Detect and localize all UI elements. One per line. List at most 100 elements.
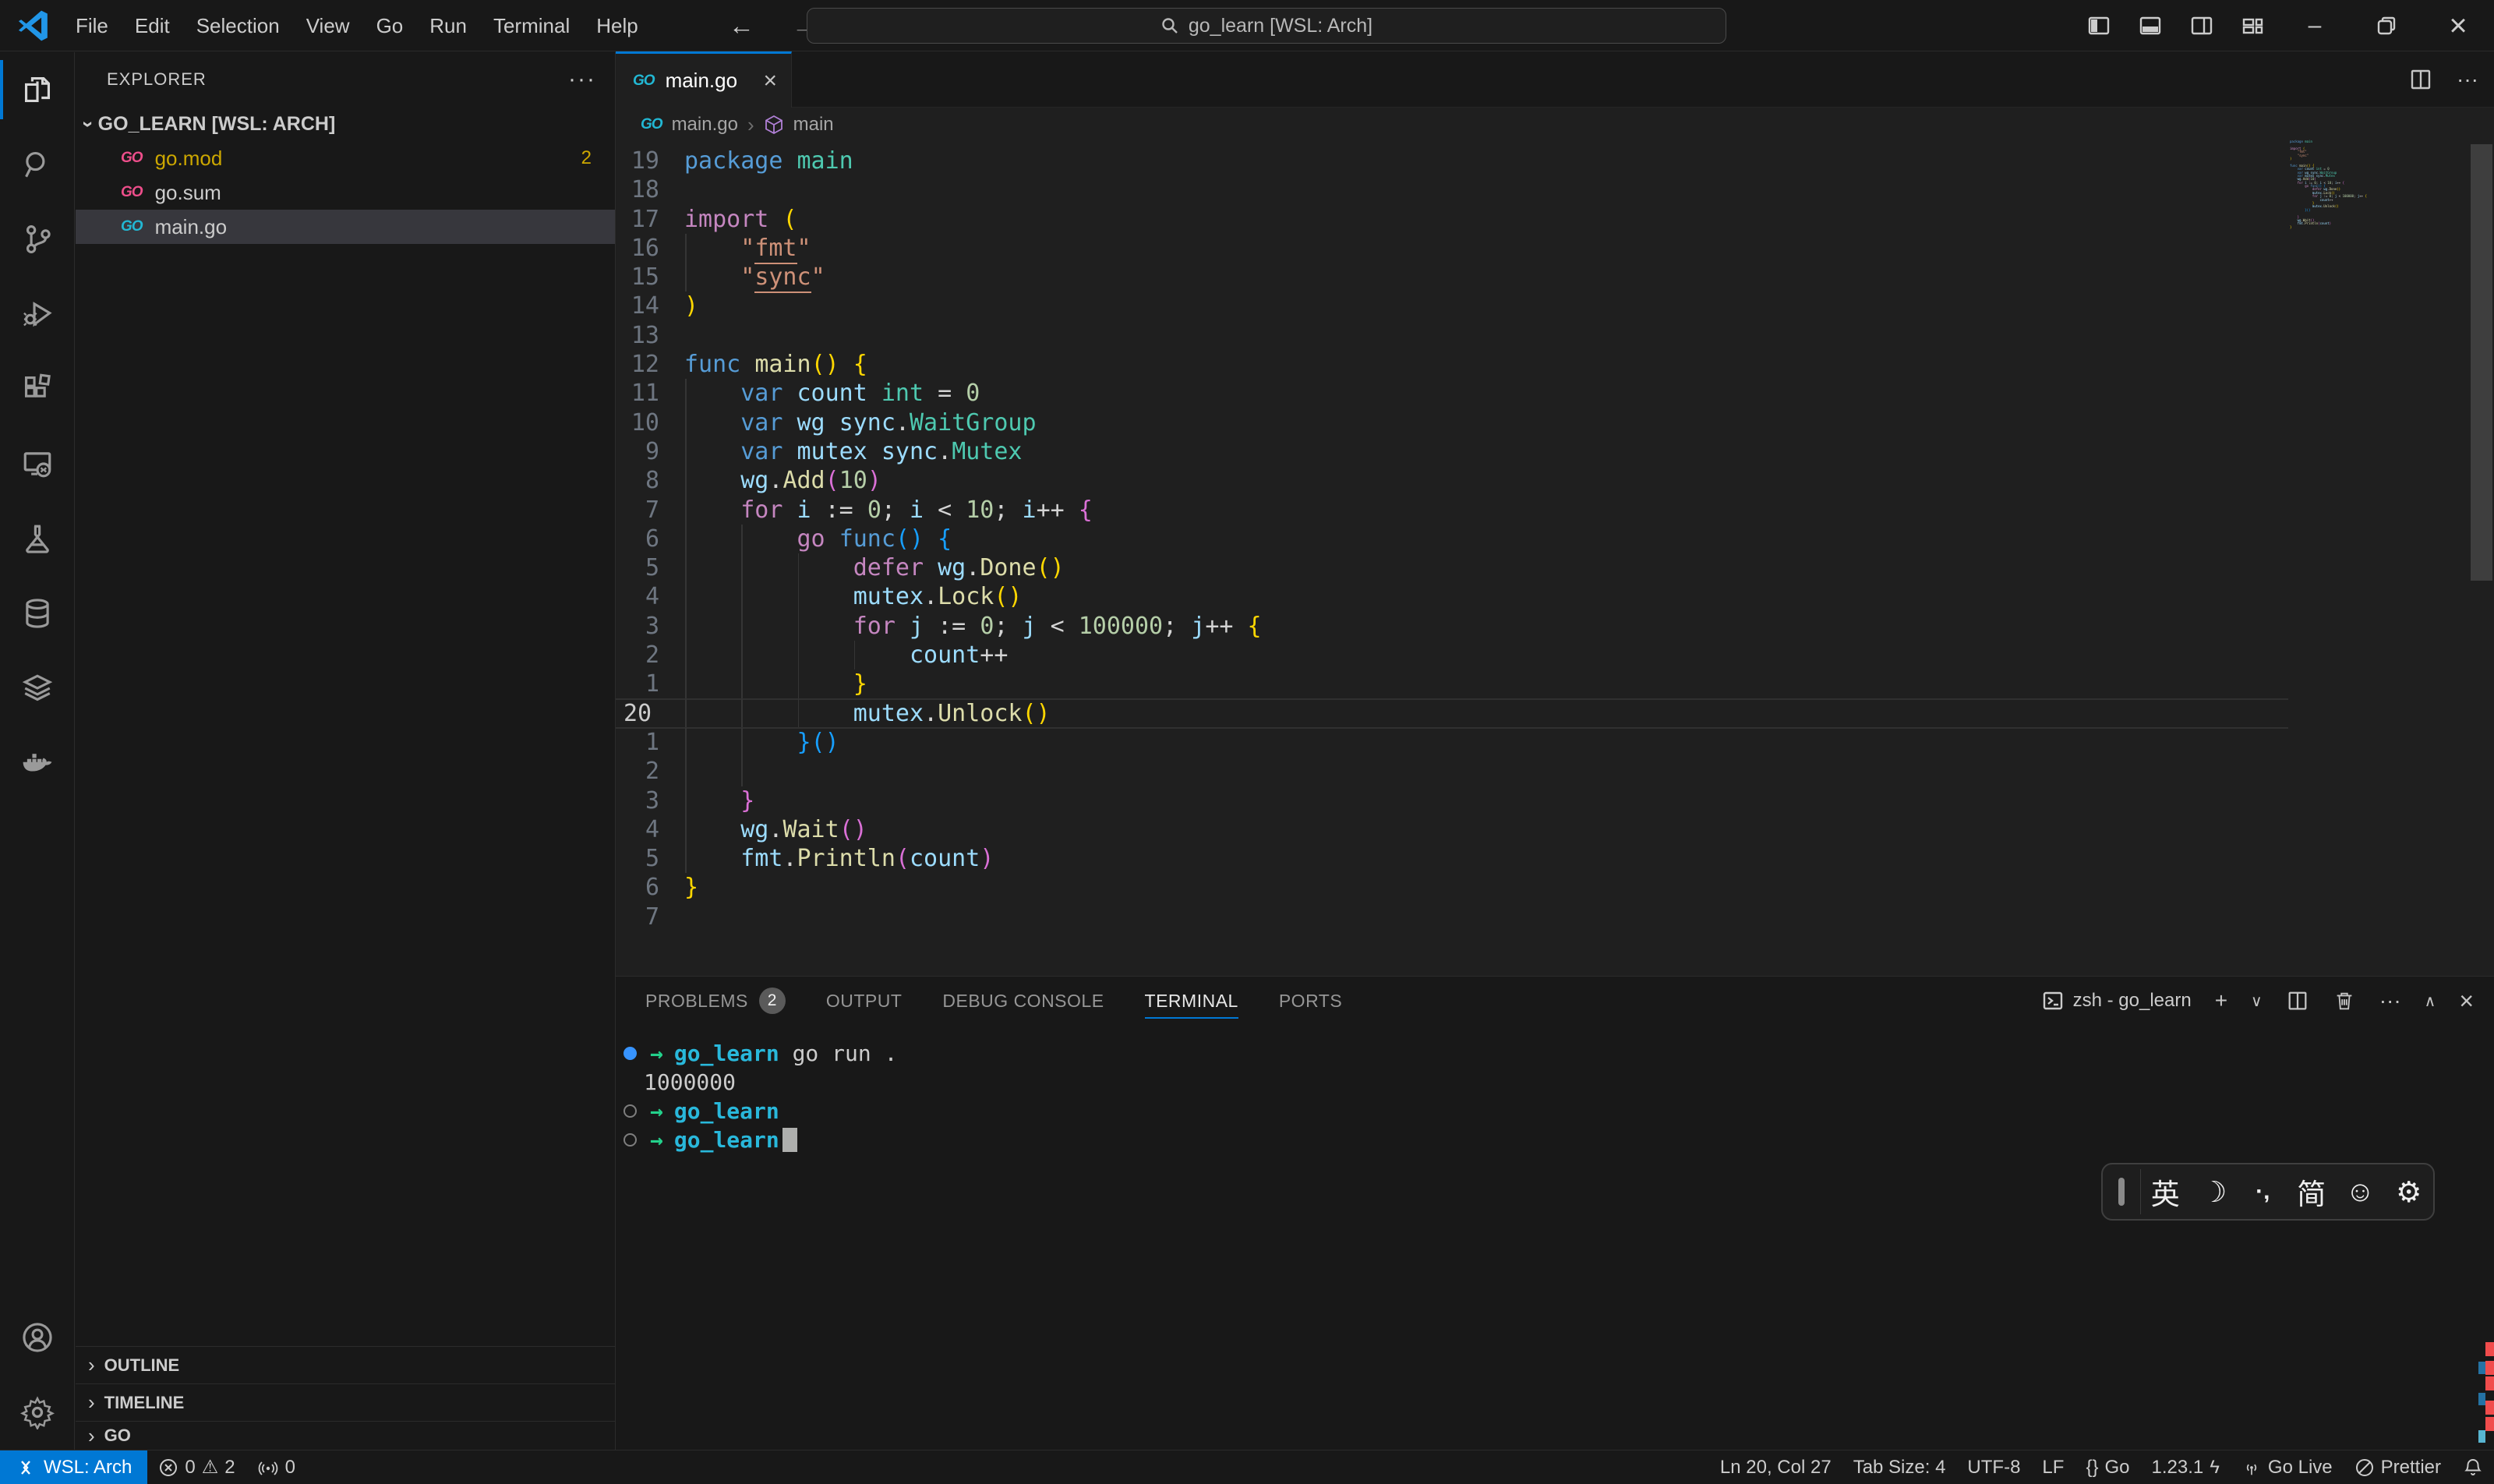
command-decoration-success[interactable] xyxy=(624,1047,644,1060)
code-line[interactable]: 7 for i := 0; i < 10; i++ { xyxy=(616,496,2494,525)
tree-root-go-learn[interactable]: › GO_LEARN [WSL: ARCH] xyxy=(76,107,615,141)
menu-run[interactable]: Run xyxy=(416,9,480,43)
code-line[interactable]: 7 xyxy=(616,903,2494,931)
ime-english-mode-button[interactable]: 英 xyxy=(2141,1171,2190,1213)
source-control-icon[interactable] xyxy=(0,202,75,277)
code-line[interactable]: 4 wg.Wait() xyxy=(616,815,2494,844)
code-line[interactable]: 17import ( xyxy=(616,205,2494,234)
panel-more-actions-icon[interactable]: ··· xyxy=(2379,988,2401,1013)
terminal-line[interactable]: →go_learn go run . xyxy=(624,1039,897,1068)
code-line[interactable]: 3 } xyxy=(616,786,2494,815)
layers-icon[interactable] xyxy=(0,651,75,726)
ime-punctuation-button[interactable]: ·, xyxy=(2238,1178,2287,1205)
breadcrumb-file[interactable]: main.go xyxy=(672,114,738,136)
notifications-bell[interactable] xyxy=(2452,1450,2494,1484)
ports-status[interactable]: 0 xyxy=(246,1450,306,1484)
remote-explorer-icon[interactable] xyxy=(0,426,75,501)
menu-go[interactable]: Go xyxy=(363,9,417,43)
ime-settings-gear-icon[interactable]: ⚙ xyxy=(2385,1175,2434,1209)
extensions-icon[interactable] xyxy=(0,352,75,426)
ime-halfwidth-moon-icon[interactable]: ☽ xyxy=(2190,1175,2239,1209)
command-decoration[interactable] xyxy=(624,1133,644,1147)
eol-sequence[interactable]: LF xyxy=(2031,1450,2075,1484)
indentation[interactable]: Tab Size: 4 xyxy=(1842,1450,1957,1484)
menu-view[interactable]: View xyxy=(293,9,363,43)
tab-main-go[interactable]: GO main.go × xyxy=(616,51,792,108)
code-editor[interactable]: 19package main1817import (16 "fmt"15 "sy… xyxy=(616,142,2494,976)
split-editor-icon[interactable] xyxy=(2408,67,2433,92)
file-row-go-sum[interactable]: GO go.sum xyxy=(76,175,615,210)
remote-indicator[interactable]: WSL: Arch xyxy=(0,1450,147,1484)
menu-selection[interactable]: Selection xyxy=(183,9,293,43)
code-line[interactable]: 1 } xyxy=(616,670,2494,698)
maximize-panel-icon[interactable]: ∧ xyxy=(2425,991,2436,1011)
menu-help[interactable]: Help xyxy=(583,9,651,43)
tab-ports[interactable]: PORTS xyxy=(1279,977,1342,1025)
docker-icon[interactable] xyxy=(0,726,75,800)
settings-gear-icon[interactable] xyxy=(0,1375,75,1450)
breadcrumb-symbol[interactable]: main xyxy=(793,114,834,136)
toggle-secondary-sidebar-icon[interactable] xyxy=(2176,13,2227,38)
explorer-more-actions-icon[interactable]: ··· xyxy=(568,66,596,93)
file-row-go-mod[interactable]: GO go.mod 2 xyxy=(76,141,615,175)
section-outline[interactable]: › OUTLINE xyxy=(76,1346,615,1383)
code-line[interactable]: 11 var count int = 0 xyxy=(616,379,2494,408)
run-debug-icon[interactable] xyxy=(0,277,75,352)
tab-terminal[interactable]: TERMINAL xyxy=(1145,977,1238,1025)
code-line[interactable]: 1 }() xyxy=(616,728,2494,757)
code-line[interactable]: 18 xyxy=(616,175,2494,204)
code-line[interactable]: 2 xyxy=(616,757,2494,786)
code-line[interactable]: 6 go func() { xyxy=(616,525,2494,553)
explorer-icon[interactable] xyxy=(0,52,75,127)
back-arrow-icon[interactable]: ← xyxy=(729,11,754,41)
code-line[interactable]: 15 "sync" xyxy=(616,263,2494,292)
code-line[interactable]: 10 var wg sync.WaitGroup xyxy=(616,408,2494,437)
code-line[interactable]: 6} xyxy=(616,873,2494,902)
restore-button[interactable] xyxy=(2351,0,2422,51)
code-line[interactable]: 4 mutex.Lock() xyxy=(616,582,2494,611)
code-line[interactable]: 9 var mutex sync.Mutex xyxy=(616,437,2494,466)
database-icon[interactable] xyxy=(0,576,75,651)
section-go[interactable]: › GO xyxy=(76,1421,615,1450)
customize-layout-icon[interactable] xyxy=(2227,13,2279,38)
search-icon[interactable] xyxy=(0,127,75,202)
code-line-current[interactable]: 20 mutex.Unlock() xyxy=(616,699,2494,728)
kill-terminal-icon[interactable] xyxy=(2333,989,2356,1012)
command-decoration[interactable] xyxy=(624,1104,644,1118)
terminal-line[interactable]: →go_learn xyxy=(624,1097,897,1125)
ime-emoji-button[interactable]: ☺ xyxy=(2336,1175,2385,1208)
code-line[interactable]: 14) xyxy=(616,292,2494,320)
terminal-line[interactable]: →go_learn xyxy=(624,1125,897,1154)
new-terminal-icon[interactable]: + xyxy=(2215,988,2227,1013)
go-version[interactable]: 1.23.1ϟ xyxy=(2140,1450,2230,1484)
close-window-button[interactable]: × xyxy=(2422,0,2494,51)
tab-output[interactable]: OUTPUT xyxy=(826,977,903,1025)
ime-simplified-chinese-button[interactable]: 简 xyxy=(2287,1171,2337,1213)
tab-problems[interactable]: PROBLEMS2 xyxy=(645,977,786,1025)
menu-edit[interactable]: Edit xyxy=(122,9,183,43)
minimize-button[interactable]: – xyxy=(2279,0,2351,51)
terminal-dropdown-icon[interactable]: ∨ xyxy=(2251,991,2263,1011)
prettier-status[interactable]: Prettier xyxy=(2344,1450,2452,1484)
code-line[interactable]: 13 xyxy=(616,321,2494,350)
problems-status[interactable]: 0 ⚠ 2 xyxy=(147,1450,246,1484)
terminal-output[interactable]: →go_learn go run .1000000→go_learn→go_le… xyxy=(624,1039,897,1154)
terminal-line[interactable]: 1000000 xyxy=(624,1068,897,1097)
editor-scrollbar[interactable] xyxy=(2471,144,2492,581)
terminal-instance[interactable]: zsh - go_learn xyxy=(2042,990,2192,1012)
code-line[interactable]: 12func main() { xyxy=(616,350,2494,379)
split-terminal-icon[interactable] xyxy=(2286,989,2309,1012)
go-live[interactable]: Go Live xyxy=(2231,1450,2344,1484)
menu-terminal[interactable]: Terminal xyxy=(480,9,583,43)
menu-file[interactable]: File xyxy=(62,9,122,43)
close-panel-icon[interactable]: × xyxy=(2459,987,2474,1016)
accounts-icon[interactable] xyxy=(0,1300,75,1375)
toggle-sidebar-icon[interactable] xyxy=(2073,13,2125,38)
toggle-panel-icon[interactable] xyxy=(2125,13,2176,38)
file-row-main-go[interactable]: GO main.go xyxy=(76,210,615,244)
minimap[interactable]: package mainimport ( "fmt" "sync")func m… xyxy=(2290,140,2461,233)
cursor-position[interactable]: Ln 20, Col 27 xyxy=(1709,1450,1842,1484)
encoding[interactable]: UTF-8 xyxy=(1956,1450,2031,1484)
code-line[interactable]: 5 fmt.Println(count) xyxy=(616,844,2494,873)
tab-debug-console[interactable]: DEBUG CONSOLE xyxy=(942,977,1104,1025)
